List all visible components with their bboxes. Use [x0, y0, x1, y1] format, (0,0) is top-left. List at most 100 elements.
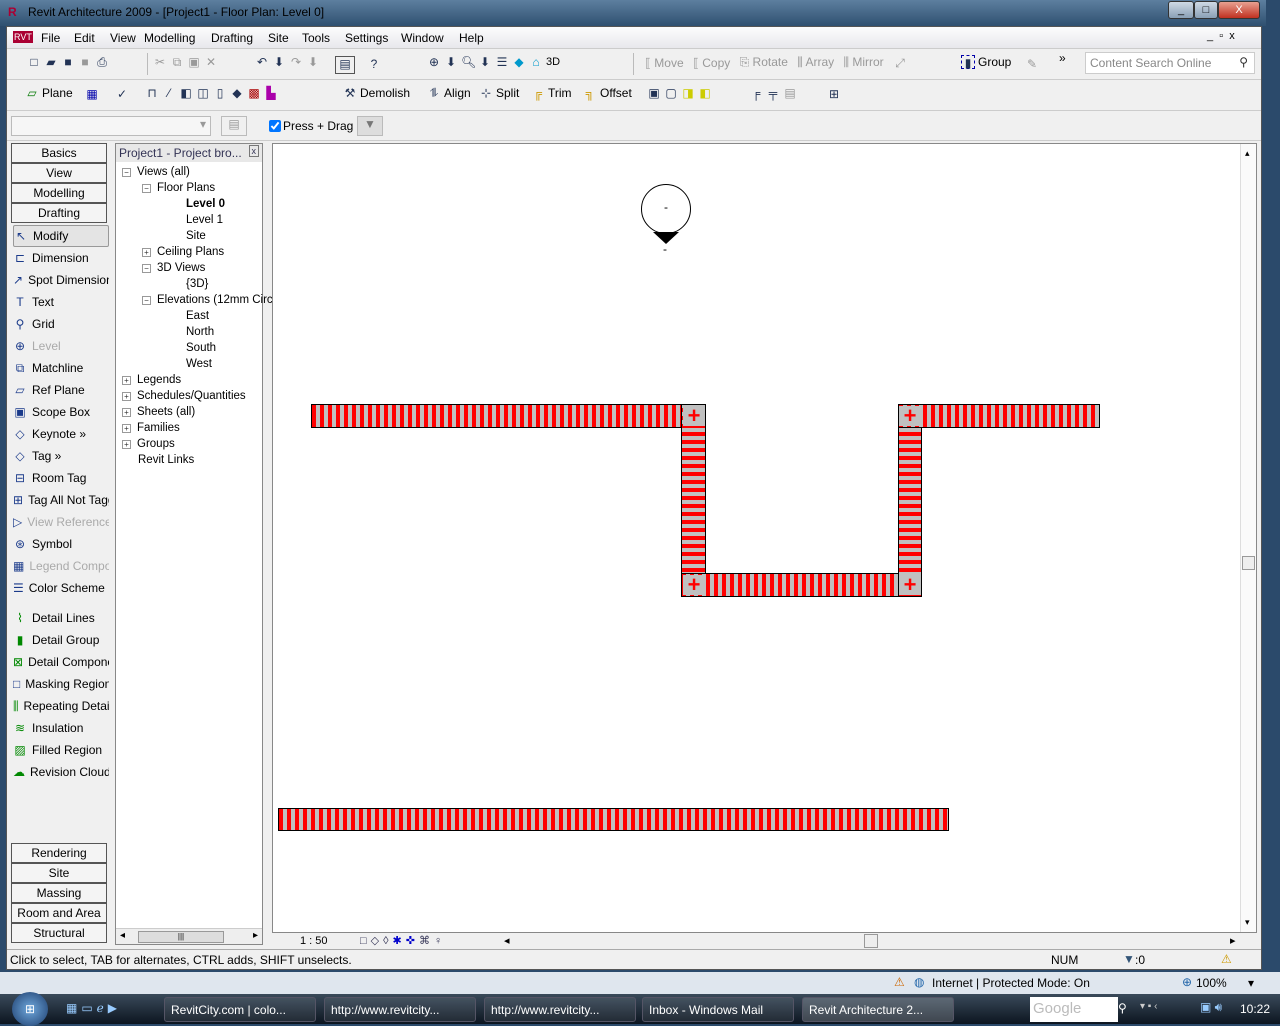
- zoom-wheel-icon[interactable]: ⊕: [427, 55, 441, 69]
- wall[interactable]: [311, 404, 706, 428]
- taskbar-item[interactable]: Revit Architecture 2...: [802, 997, 954, 1022]
- tree-node[interactable]: + Legends: [122, 374, 181, 386]
- taskbar-item[interactable]: RevitCity.com | colo...: [164, 997, 316, 1022]
- menu-help[interactable]: Help: [459, 31, 484, 45]
- linework-icon[interactable]: ╤: [766, 86, 780, 100]
- split-face-icon[interactable]: ◧: [179, 86, 193, 100]
- dropdown-icon[interactable]: ⬇: [478, 55, 492, 69]
- tab-room-and-area[interactable]: Room and Area: [11, 903, 107, 923]
- spelling-icon[interactable]: ✓: [115, 87, 129, 101]
- mdi-window-controls[interactable]: _ ▫ x: [1207, 30, 1235, 42]
- copy-button[interactable]: ⟦ Copy: [693, 56, 730, 70]
- new-icon[interactable]: □: [27, 55, 41, 69]
- tool-keynote[interactable]: ◇ Keynote »: [13, 423, 109, 445]
- tree-node[interactable]: South: [186, 342, 216, 354]
- expand-icon[interactable]: +: [142, 248, 151, 257]
- tool-insulation[interactable]: ≋ Insulation: [13, 717, 109, 739]
- undo-dropdown-icon[interactable]: ⬇: [272, 55, 286, 69]
- start-button[interactable]: ⊞: [12, 992, 48, 1026]
- tree-node[interactable]: West: [186, 358, 212, 370]
- expand-icon[interactable]: +: [122, 392, 131, 401]
- close-icon[interactable]: x: [248, 145, 259, 157]
- tool-grid[interactable]: ⚲ Grid: [13, 313, 109, 335]
- cut-geometry-icon[interactable]: ◨: [681, 86, 695, 100]
- search-icon[interactable]: ⚲: [1239, 55, 1248, 69]
- network-volume-icons[interactable]: ▣ 🔊︎: [1200, 1000, 1222, 1015]
- tool-modify[interactable]: ↖ Modify: [13, 225, 109, 247]
- taskbar-item[interactable]: Inbox - Windows Mail: [642, 997, 794, 1022]
- tab-drafting[interactable]: Drafting: [11, 203, 107, 223]
- rvt-icon[interactable]: RVT: [13, 31, 33, 43]
- tree-node[interactable]: {3D}: [186, 278, 208, 290]
- taskbar-item[interactable]: http://www.revitcity...: [324, 997, 476, 1022]
- zoom-icon[interactable]: 🔍︎: [461, 55, 476, 69]
- type-selector-dropdown[interactable]: ▾: [11, 116, 211, 136]
- tool-legend-component[interactable]: ▦ Legend Component: [13, 555, 109, 577]
- dropdown-icon[interactable]: ⬇: [444, 55, 458, 69]
- expand-icon[interactable]: +: [122, 376, 131, 385]
- scroll-left-icon[interactable]: ◂: [504, 934, 510, 947]
- tree-node[interactable]: − Floor Plans: [142, 182, 215, 194]
- mirror-button[interactable]: ⫼ Mirror: [843, 55, 883, 70]
- expand-icon[interactable]: +: [122, 424, 131, 433]
- cut-profile-icon[interactable]: ▙: [264, 86, 278, 100]
- google-search-input[interactable]: Google: [1030, 997, 1118, 1022]
- cut-icon[interactable]: ✂: [153, 55, 167, 69]
- zoom-dropdown-icon[interactable]: ▾: [1248, 976, 1254, 990]
- tool-detail-component[interactable]: ⊠ Detail Component: [13, 651, 109, 673]
- unjoin-icon[interactable]: ▯: [213, 86, 227, 100]
- tab-structural[interactable]: Structural: [11, 923, 107, 943]
- collapse-icon[interactable]: −: [142, 264, 151, 273]
- unjoin-geometry-icon[interactable]: ▢: [664, 86, 678, 100]
- minimize-button[interactable]: _: [1168, 1, 1194, 19]
- join-icon[interactable]: ◫: [196, 86, 210, 100]
- tool-color-scheme-legend[interactable]: ☰ Color Scheme Legend: [13, 577, 109, 599]
- plane-button[interactable]: ▱ Plane: [25, 86, 72, 100]
- save-icon[interactable]: ■: [61, 55, 75, 69]
- tool-repeating-detail[interactable]: ⫼ Repeating Detail: [13, 695, 109, 717]
- protected-mode-status[interactable]: Internet | Protected Mode: On: [932, 976, 1090, 990]
- tool-symbol[interactable]: ⊛ Symbol: [13, 533, 109, 555]
- search-icon[interactable]: ⚲: [1118, 1001, 1127, 1015]
- tool-ref-plane[interactable]: ▱ Ref Plane: [13, 379, 109, 401]
- browser-horizontal-scrollbar[interactable]: ◂ ||| ▸: [116, 928, 262, 944]
- scroll-right-icon[interactable]: ▸: [1230, 934, 1236, 947]
- 3d-view-icon[interactable]: ⌂: [529, 55, 543, 69]
- tree-node[interactable]: North: [186, 326, 214, 338]
- help-pointer-icon[interactable]: ?: [367, 57, 381, 71]
- project-browser-toggle-icon[interactable]: ▤: [335, 56, 355, 74]
- menu-drafting[interactable]: Drafting: [211, 31, 253, 45]
- menu-edit[interactable]: Edit: [74, 31, 95, 45]
- tool-detail-lines[interactable]: ⌇ Detail Lines: [13, 607, 109, 629]
- wall[interactable]: [681, 404, 706, 597]
- view-scale[interactable]: 1 : 50: [300, 935, 328, 947]
- tree-node[interactable]: Site: [186, 230, 206, 242]
- tool-tag[interactable]: ◇ Tag »: [13, 445, 109, 467]
- undo-icon[interactable]: ↶: [255, 55, 269, 69]
- tool-detail-group[interactable]: ▮ Detail Group: [13, 629, 109, 651]
- array-button[interactable]: ⫼ Array: [797, 55, 834, 70]
- taskbar-item[interactable]: http://www.revitcity...: [484, 997, 636, 1022]
- group-button[interactable]: ▮ Group: [961, 55, 1011, 70]
- file-tools[interactable]: □ ▰ ■ ■ ⎙: [27, 55, 109, 69]
- expand-icon[interactable]: +: [122, 408, 131, 417]
- wall[interactable]: [681, 573, 922, 597]
- horizontal-scroll-thumb[interactable]: [864, 934, 878, 948]
- tree-node[interactable]: − Elevations (12mm Circle): [142, 294, 285, 306]
- wall[interactable]: [898, 404, 1100, 428]
- dimension-lock-icon[interactable]: ⊞: [827, 87, 841, 101]
- redo-dropdown-icon[interactable]: ⬇: [306, 55, 320, 69]
- menu-file[interactable]: File: [41, 31, 60, 45]
- view-control-icons[interactable]: □◇◊✱✜⌘♀: [360, 934, 446, 947]
- redo-icon[interactable]: ↷: [289, 55, 303, 69]
- tree-node[interactable]: + Families: [122, 422, 180, 434]
- tab-massing[interactable]: Massing: [11, 883, 107, 903]
- pin-icon[interactable]: ✎: [1025, 57, 1039, 71]
- paint-icon[interactable]: ◆: [230, 86, 244, 100]
- join-geometry-icon[interactable]: ▣: [647, 86, 661, 100]
- copy-monitor-icon[interactable]: ╒: [749, 86, 763, 100]
- wall[interactable]: [278, 808, 949, 831]
- open-icon[interactable]: ▰: [44, 55, 58, 69]
- tool-revision-cloud[interactable]: ☁ Revision Cloud: [13, 761, 109, 783]
- move-button[interactable]: ⟦ Move: [645, 56, 684, 70]
